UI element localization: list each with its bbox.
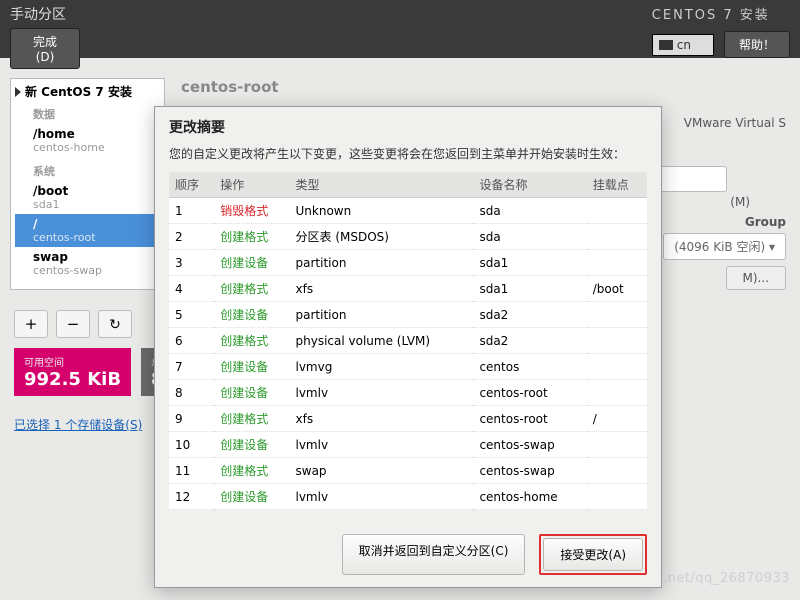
device-label: centos-swap: [33, 264, 160, 277]
available-space-label: 可用空间: [24, 354, 121, 369]
mount-label: swap: [33, 250, 160, 264]
mount-label: /: [33, 217, 160, 231]
modify-button[interactable]: M)...: [726, 266, 786, 290]
dialog-description: 您的自定义更改将产生以下变更，这些变更将会在您返回到主菜单并开始安装时生效：: [169, 145, 647, 162]
mount-label: /home: [33, 127, 160, 141]
capacity-unit: (M): [730, 195, 750, 209]
col-action: 操作: [214, 172, 289, 198]
accept-button[interactable]: 接受更改(A): [543, 538, 643, 571]
refresh-button[interactable]: ↻: [98, 310, 132, 338]
tree-root-label: 新 CentOS 7 安装: [25, 83, 132, 100]
table-row[interactable]: 1销毁格式Unknownsda: [169, 198, 647, 224]
table-row[interactable]: 8创建设备lvmlvcentos-root: [169, 380, 647, 406]
table-row[interactable]: 9创建格式xfscentos-root/: [169, 406, 647, 432]
table-row[interactable]: 7创建设备lvmvgcentos: [169, 354, 647, 380]
table-row[interactable]: 11创建格式swapcentos-swap: [169, 458, 647, 484]
details-heading: centos-root: [181, 78, 790, 96]
tree-item-swap[interactable]: swapcentos-swap: [15, 247, 160, 280]
page-title: 手动分区: [10, 4, 80, 24]
breadcrumb: CENTOS 7 安装: [652, 4, 770, 23]
table-row[interactable]: 12创建设备lvmlvcentos-home: [169, 484, 647, 510]
tree-section-data: 数据: [33, 106, 160, 122]
tree-item-root[interactable]: /centos-root: [15, 214, 160, 247]
tree-root[interactable]: 新 CentOS 7 安装: [15, 83, 160, 100]
available-space-value: 992.5 KiB: [24, 369, 121, 390]
col-order: 顺序: [169, 172, 214, 198]
refresh-icon: ↻: [109, 317, 121, 333]
volume-group-select[interactable]: (4096 KiB 空闲) ▾: [663, 233, 786, 260]
table-row[interactable]: 3创建设备partitionsda1: [169, 250, 647, 276]
device-label: centos-home: [33, 141, 160, 154]
keyboard-icon: [659, 40, 673, 50]
table-row[interactable]: 4创建格式xfssda1/boot: [169, 276, 647, 302]
changes-table: 顺序 操作 类型 设备名称 挂载点 1销毁格式Unknownsda2创建格式分区…: [169, 172, 647, 510]
col-mount: 挂载点: [587, 172, 647, 198]
table-row[interactable]: 5创建设备partitionsda2: [169, 302, 647, 328]
dialog-title: 更改摘要: [169, 117, 647, 137]
top-bar: 手动分区 完成(D) CENTOS 7 安装 cn 帮助！: [0, 0, 800, 58]
remove-partition-button[interactable]: −: [56, 310, 90, 338]
tree-item-boot[interactable]: /bootsda1: [15, 181, 160, 214]
device-label: centos-root: [33, 231, 160, 244]
table-row[interactable]: 2创建格式分区表 (MSDOS)sda: [169, 224, 647, 250]
mount-label: /boot: [33, 184, 160, 198]
done-button[interactable]: 完成(D): [10, 28, 80, 69]
table-row[interactable]: 6创建格式physical volume (LVM)sda2: [169, 328, 647, 354]
help-button[interactable]: 帮助！: [724, 31, 790, 58]
table-row[interactable]: 10创建设备lvmlvcentos-swap: [169, 432, 647, 458]
col-device: 设备名称: [473, 172, 586, 198]
available-space-box: 可用空间 992.5 KiB: [14, 348, 131, 396]
keyboard-layout-selector[interactable]: cn: [652, 34, 714, 56]
device-label: sda1: [33, 198, 160, 211]
keyboard-layout-label: cn: [677, 38, 691, 52]
chevron-right-icon: [15, 87, 21, 97]
tree-section-system: 系统: [33, 163, 160, 179]
cancel-button[interactable]: 取消并返回到自定义分区(C): [342, 534, 526, 575]
tree-item-home[interactable]: /homecentos-home: [15, 124, 160, 157]
partition-tree: 新 CentOS 7 安装 数据 /homecentos-home 系统 /bo…: [10, 78, 165, 290]
col-type: 类型: [290, 172, 474, 198]
storage-selected-link[interactable]: 已选择 1 个存储设备(S): [14, 416, 142, 433]
changes-summary-dialog: 更改摘要 您的自定义更改将产生以下变更，这些变更将会在您返回到主菜单并开始安装时…: [154, 106, 662, 588]
accept-highlight: 接受更改(A): [539, 534, 647, 575]
add-partition-button[interactable]: +: [14, 310, 48, 338]
